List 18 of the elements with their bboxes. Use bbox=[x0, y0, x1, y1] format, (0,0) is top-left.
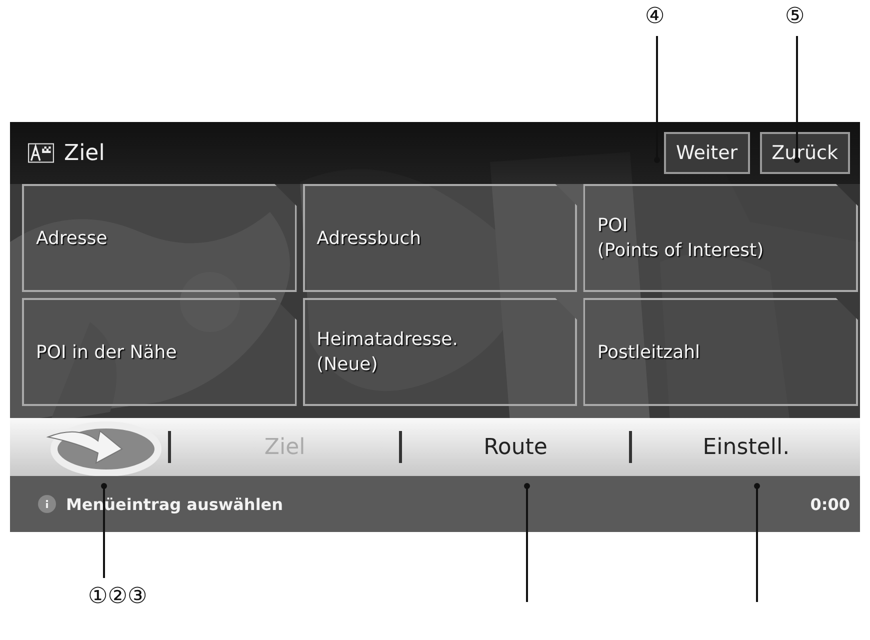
menu-tab[interactable]: Einstell. bbox=[632, 430, 860, 464]
clock-time: 0:00 bbox=[810, 494, 850, 514]
callout-number: ①②③ bbox=[88, 584, 148, 609]
menu-tile[interactable]: POI in der Nähe bbox=[22, 298, 297, 406]
header-button[interactable]: Weiter bbox=[664, 132, 750, 174]
menu-tile[interactable]: Adressbuch bbox=[302, 184, 578, 292]
menu-tile[interactable]: Heimatadresse. (Neue) bbox=[302, 298, 578, 406]
callout-number: ④ bbox=[645, 4, 665, 29]
header-button[interactable]: Zurück bbox=[760, 132, 850, 174]
map-flag-icon bbox=[28, 143, 54, 163]
status-message: Menüeintrag auswählen bbox=[66, 494, 284, 514]
screen-title: Ziel bbox=[64, 140, 105, 166]
menu-tile[interactable]: Adresse bbox=[22, 184, 297, 292]
info-icon bbox=[38, 495, 56, 513]
menu-tab[interactable]: Route bbox=[402, 430, 630, 464]
menu-tile[interactable]: Postleitzahl bbox=[583, 298, 858, 406]
menu-tile[interactable]: POI (Points of Interest) bbox=[583, 184, 858, 292]
callout-number: ⑤ bbox=[785, 4, 805, 29]
